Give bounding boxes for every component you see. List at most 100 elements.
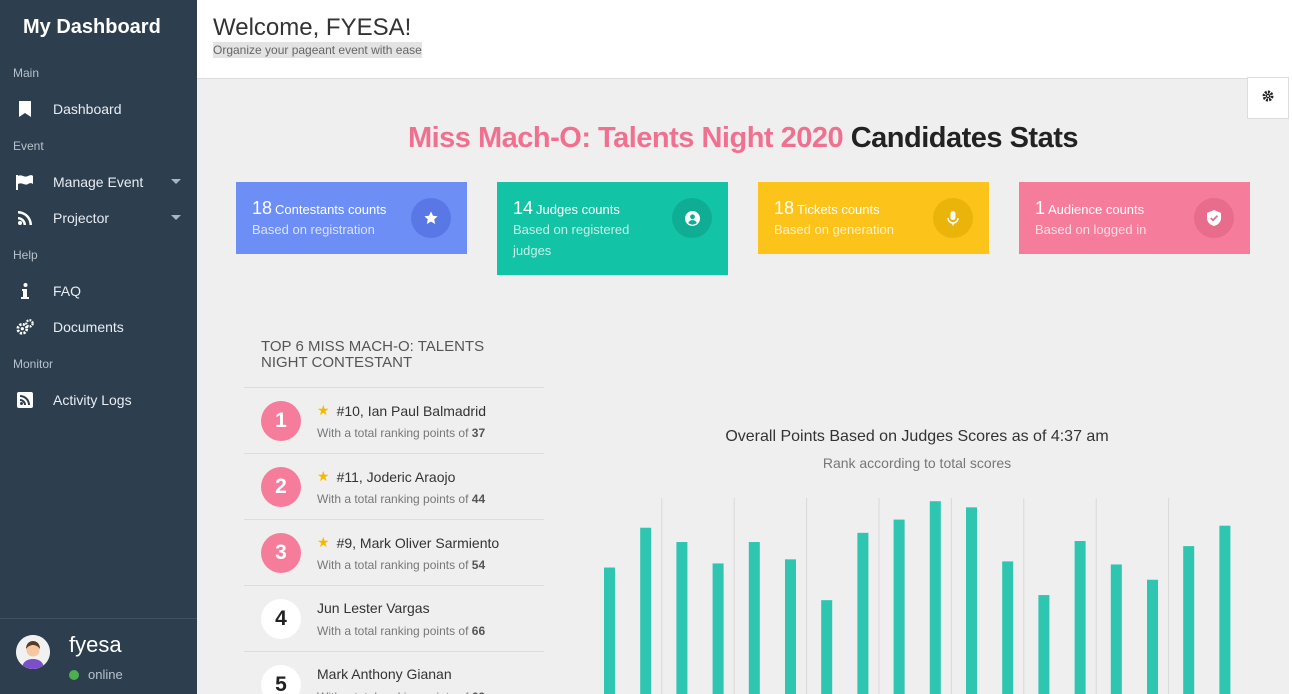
user-panel[interactable]: fyesa online	[0, 618, 197, 694]
sidebar-item-label: Documents	[53, 319, 124, 335]
chart-bar[interactable]	[857, 532, 869, 694]
ranking-points: With a total ranking points of 69	[317, 690, 485, 694]
chart-bar[interactable]	[929, 501, 941, 694]
chart-bar[interactable]	[893, 519, 905, 694]
chart-bar[interactable]	[1002, 561, 1014, 694]
list-item[interactable]: 1 ★ #10, Ian Paul Balmadrid With a total …	[244, 388, 544, 454]
list-item[interactable]: 5 Mark Anthony Gianan With a total ranki…	[244, 652, 544, 694]
microphone-icon	[933, 198, 973, 238]
stat-label: Tickets counts	[797, 202, 880, 217]
section-event: Event	[13, 138, 44, 153]
stat-label: Audience counts	[1048, 202, 1145, 217]
ranking-points: With a total ranking points of 66	[317, 624, 485, 638]
ranking-points: With a total ranking points of 44	[317, 492, 485, 506]
online-dot-icon	[69, 669, 79, 680]
points-prefix: With a total ranking points of	[317, 690, 468, 694]
contestant-name: Mark Anthony Gianan	[317, 666, 452, 682]
chart-bar[interactable]	[640, 527, 652, 694]
welcome-heading: Welcome, FYESA!	[213, 14, 412, 41]
points-value: 37	[471, 426, 486, 440]
sidebar-item-faq[interactable]: FAQ	[0, 273, 197, 309]
sidebar-item-dashboard[interactable]: Dashboard	[0, 91, 197, 127]
stat-sub: Based on generation	[774, 222, 894, 237]
rss-icon	[16, 209, 34, 227]
flag-icon	[16, 173, 34, 191]
stat-sub: Based on registered judges	[513, 222, 630, 258]
points-prefix: With a total ranking points of	[317, 558, 469, 572]
points-prefix: With a total ranking points of	[317, 492, 469, 506]
star-icon: ★	[317, 468, 330, 484]
stat-number: 18	[252, 198, 273, 218]
user-status: online	[69, 667, 123, 682]
points-prefix: With a total ranking points of	[317, 426, 469, 440]
sidebar-item-projector[interactable]: Projector	[0, 200, 197, 236]
sidebar-item-label: Projector	[53, 210, 110, 226]
header: Welcome, FYESA! Organize your pageant ev…	[197, 0, 1289, 79]
rank-badge: 5	[261, 665, 301, 694]
stat-card-contestants[interactable]: 18 Contestants counts Based on registrati…	[236, 182, 467, 254]
stat-number: 18	[774, 198, 795, 218]
cogs-icon	[16, 318, 34, 336]
sidebar-item-manage-event[interactable]: Manage Event	[0, 164, 197, 200]
stat-card-tickets[interactable]: 18 Tickets counts Based on generation	[758, 182, 989, 254]
contestant-name: ★ #9, Mark Oliver Sarmiento	[317, 534, 499, 551]
sidebar-item-label: FAQ	[53, 283, 82, 299]
page-title: Miss Mach-O: Talents Night 2020 Candidat…	[197, 122, 1289, 155]
star-icon	[411, 198, 451, 238]
status-label: online	[88, 667, 123, 682]
stat-card-judges[interactable]: 14 Judges counts Based on registered judg…	[497, 182, 728, 275]
chart-subtitle: Rank according to total scores	[822, 455, 1012, 471]
chart-bar[interactable]	[1219, 525, 1231, 694]
section-monitor: Monitor	[13, 356, 54, 371]
stat-sub: Based on registration	[252, 222, 375, 237]
points-bar-chart	[604, 498, 1231, 694]
points-value: 69	[472, 690, 485, 694]
chart-bar[interactable]	[821, 600, 833, 694]
stat-number: 14	[513, 198, 534, 218]
points-value: 54	[471, 558, 486, 572]
sidebar-item-documents[interactable]: Documents	[0, 309, 197, 345]
chart-bar[interactable]	[676, 542, 688, 694]
chart-bar[interactable]	[966, 507, 977, 694]
chart-bar[interactable]	[748, 542, 760, 694]
points-prefix: With a total ranking points of	[317, 624, 469, 638]
chart-bar[interactable]	[1110, 564, 1122, 694]
chart-bar[interactable]	[1183, 546, 1195, 694]
star-icon: ★	[317, 402, 330, 418]
gear-icon	[1262, 89, 1274, 107]
stat-card-audience[interactable]: 1 Audience counts Based on logged in	[1019, 182, 1250, 254]
list-item[interactable]: 3 ★ #9, Mark Oliver Sarmiento With a tota…	[244, 520, 544, 586]
shield-check-icon	[1194, 198, 1234, 238]
sidebar-item-label: Dashboard	[53, 101, 122, 117]
chart-bar[interactable]	[1038, 595, 1050, 694]
stat-label: Judges counts	[536, 202, 620, 217]
list-item[interactable]: 4 Jun Lester Vargas With a total ranking…	[244, 586, 544, 652]
stat-label: Contestants counts	[275, 202, 387, 217]
ranking-points: With a total ranking points of 37	[317, 426, 485, 440]
chart-bar[interactable]	[1074, 541, 1086, 694]
ranking-points: With a total ranking points of 54	[317, 558, 485, 572]
chart-bar[interactable]	[604, 567, 615, 694]
chart-bar[interactable]	[785, 559, 796, 694]
sidebar-item-activity-logs[interactable]: Activity Logs	[0, 382, 197, 418]
rss-square-icon	[16, 391, 34, 409]
contestant-label: #9, Mark Oliver Sarmiento	[336, 534, 500, 551]
sidebar-item-label: Activity Logs	[53, 392, 132, 408]
avatar	[16, 635, 50, 669]
chart-bar[interactable]	[712, 563, 724, 694]
contestant-name: ★ #10, Ian Paul Balmadrid	[317, 402, 486, 419]
sidebar: My Dashboard Main Dashboard Event Manage…	[0, 0, 197, 694]
contestant-label: #11, Joderic Araojo	[336, 468, 456, 485]
top-list-title: TOP 6 MISS MACH-O: TALENTS NIGHT CONTEST…	[261, 338, 485, 371]
stat-number: 1	[1035, 198, 1046, 218]
contestant-label: #10, Ian Paul Balmadrid	[336, 402, 486, 419]
brand-title[interactable]: My Dashboard	[0, 0, 197, 54]
contestant-label: Mark Anthony Gianan	[317, 666, 452, 682]
chart-bar[interactable]	[1147, 579, 1158, 694]
rank-badge: 3	[261, 533, 301, 573]
rank-badge: 2	[261, 467, 301, 507]
title-suffix: Candidates Stats	[850, 122, 1079, 154]
settings-button[interactable]	[1247, 77, 1289, 119]
list-item[interactable]: 2 ★ #11, Joderic Araojo With a total rank…	[244, 454, 544, 520]
info-icon	[16, 282, 34, 300]
